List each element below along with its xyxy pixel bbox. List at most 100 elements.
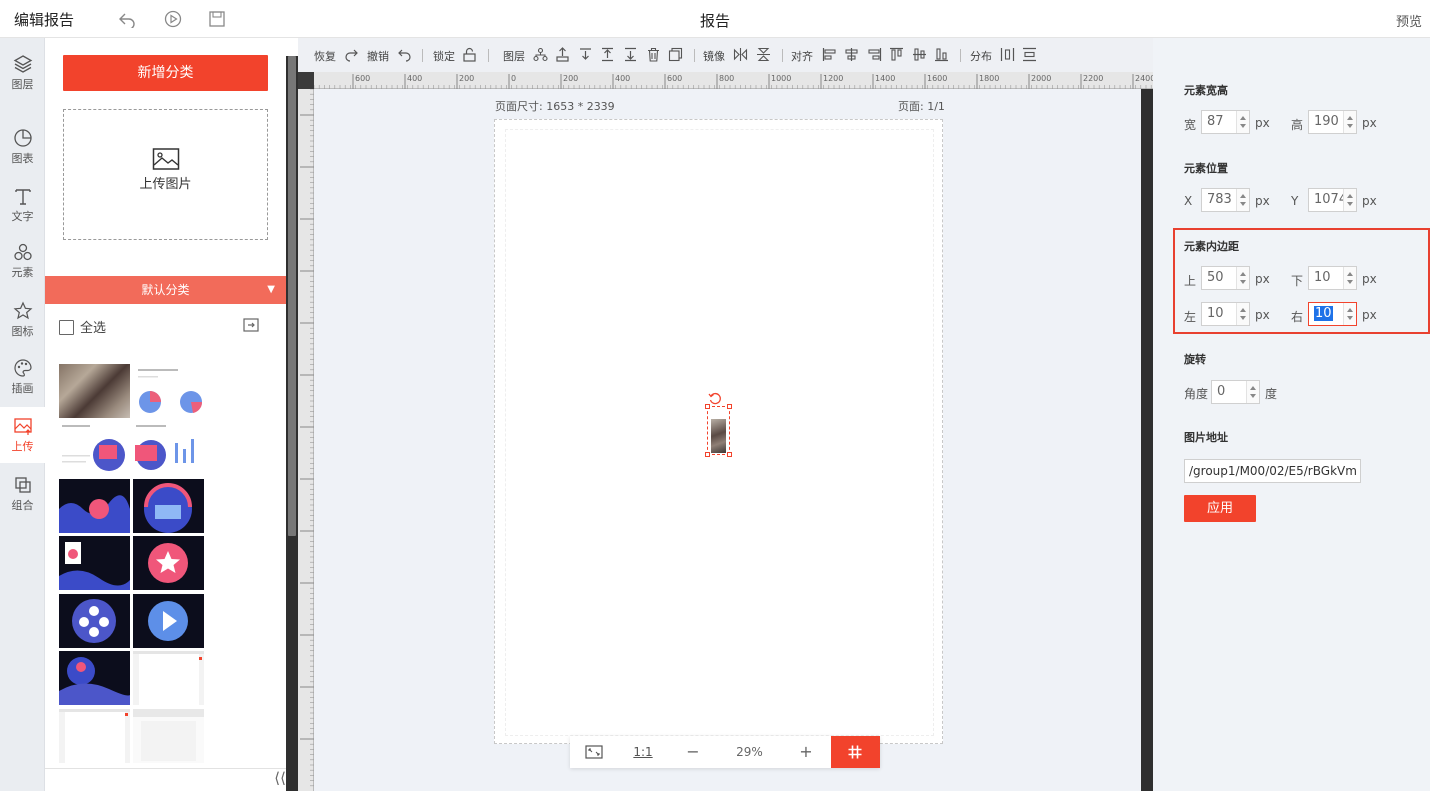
align-right-icon[interactable]: [867, 47, 882, 62]
move-to-folder-icon[interactable]: [243, 317, 259, 333]
stepper-icon[interactable]: [1236, 267, 1249, 289]
image-thumb[interactable]: [59, 479, 130, 533]
width-input[interactable]: 87: [1201, 110, 1250, 134]
bring-forward-icon[interactable]: [555, 47, 570, 62]
image-thumb[interactable]: [133, 421, 204, 475]
nav-item-chart[interactable]: 图表: [0, 119, 45, 175]
restore-button[interactable]: 恢复: [314, 48, 336, 64]
collapse-panel-button[interactable]: ⟨⟨: [45, 768, 286, 791]
stepper-icon[interactable]: [1236, 303, 1249, 325]
toolbar-divider: [422, 49, 423, 62]
y-input[interactable]: 1074.5: [1308, 188, 1357, 212]
lock-icon[interactable]: [462, 47, 477, 62]
select-all-checkbox[interactable]: 全选: [59, 317, 106, 336]
nav-item-layers[interactable]: 图层: [0, 45, 45, 101]
stepper-icon[interactable]: [1246, 381, 1259, 403]
image-thumb[interactable]: [133, 364, 204, 418]
image-thumb[interactable]: [133, 651, 204, 705]
align-center-horizontal-icon[interactable]: [844, 47, 859, 62]
add-category-button[interactable]: 新增分类: [63, 55, 268, 91]
nav-item-label: 图标: [11, 325, 34, 338]
scrollbar-thumb[interactable]: [288, 56, 296, 536]
undo-icon[interactable]: [118, 10, 136, 28]
align-top-icon[interactable]: [889, 47, 904, 62]
apply-button[interactable]: 应用: [1184, 495, 1256, 522]
unit-label: px: [1255, 116, 1270, 130]
save-icon[interactable]: [208, 10, 226, 28]
image-thumb[interactable]: [133, 479, 204, 533]
ruler-label: 1000: [771, 74, 791, 83]
image-thumb[interactable]: [59, 536, 130, 590]
rotate-handle-icon[interactable]: [708, 392, 722, 406]
stepper-icon[interactable]: [1236, 189, 1249, 211]
image-thumb[interactable]: [59, 421, 130, 475]
padding-right-input[interactable]: 10: [1308, 302, 1357, 326]
undo-button[interactable]: 撤销: [367, 48, 389, 64]
panel-scrollbar[interactable]: [286, 56, 298, 791]
zoom-out-button[interactable]: −: [668, 736, 718, 768]
image-thumb[interactable]: [59, 651, 130, 705]
padding-bottom-input[interactable]: 10: [1308, 266, 1357, 290]
distribute-vertical-icon[interactable]: [1022, 47, 1037, 62]
send-to-back-icon[interactable]: [623, 47, 638, 62]
stepper-icon[interactable]: [1343, 111, 1356, 133]
flip-vertical-icon[interactable]: [756, 47, 771, 62]
layer-structure-icon[interactable]: [533, 47, 548, 62]
stepper-icon[interactable]: [1343, 189, 1356, 211]
fit-screen-button[interactable]: [570, 736, 618, 768]
nav-item-elements[interactable]: 元素: [0, 233, 45, 289]
nav-item-label: 上传: [11, 440, 34, 453]
ruler-label: 200: [459, 74, 474, 83]
padding-left-input[interactable]: 10: [1201, 302, 1250, 326]
stepper-icon[interactable]: [1343, 303, 1356, 325]
image-thumb[interactable]: [133, 536, 204, 590]
height-input[interactable]: 190: [1308, 110, 1357, 134]
group-icon: [14, 477, 31, 493]
resize-handle[interactable]: [705, 452, 710, 457]
send-backward-icon[interactable]: [578, 47, 593, 62]
bring-to-front-icon[interactable]: [600, 47, 615, 62]
preview-button[interactable]: 预览: [1396, 11, 1422, 30]
image-thumb[interactable]: [133, 709, 204, 763]
flip-horizontal-icon[interactable]: [733, 47, 748, 62]
actual-size-button[interactable]: 1:1: [618, 736, 668, 768]
image-url-input[interactable]: /group1/M00/02/E5/rBGkVm: [1184, 459, 1361, 483]
image-thumb[interactable]: [133, 594, 204, 648]
angle-input[interactable]: 0: [1211, 380, 1260, 404]
selected-image[interactable]: [711, 419, 726, 453]
redo-icon[interactable]: [344, 47, 359, 62]
canvas-area[interactable]: 600 400 200 0 200 400 600 800 1000 1200 1400 1600 18…: [298, 72, 1155, 791]
resize-handle[interactable]: [705, 404, 710, 409]
x-input[interactable]: 783: [1201, 188, 1250, 212]
stepper-icon[interactable]: [1236, 111, 1249, 133]
distribute-horizontal-icon[interactable]: [1000, 47, 1015, 62]
zoom-in-button[interactable]: +: [781, 736, 831, 768]
unit-label: px: [1362, 116, 1377, 130]
image-thumb[interactable]: [59, 364, 130, 418]
play-icon[interactable]: [164, 10, 182, 28]
selected-image-element[interactable]: [705, 404, 732, 457]
padding-top-input[interactable]: 50: [1201, 266, 1250, 290]
resize-handle[interactable]: [727, 452, 732, 457]
align-middle-vertical-icon[interactable]: [912, 47, 927, 62]
grid-toggle-button[interactable]: [831, 736, 880, 768]
canvas-scrollbar[interactable]: [1141, 89, 1153, 791]
image-thumb[interactable]: [59, 594, 130, 648]
nav-item-upload[interactable]: 上传: [0, 407, 45, 463]
delete-icon[interactable]: [646, 47, 661, 62]
align-left-icon[interactable]: [822, 47, 837, 62]
undo-icon[interactable]: [397, 47, 412, 62]
nav-item-text[interactable]: 文字: [0, 177, 45, 233]
image-thumb[interactable]: [59, 709, 130, 763]
nav-item-illustrations[interactable]: 插画: [0, 349, 45, 405]
nav-item-icons[interactable]: 图标: [0, 292, 45, 348]
copy-icon[interactable]: [668, 47, 683, 62]
upload-image-dropzone[interactable]: 上传图片: [63, 109, 268, 240]
stepper-icon[interactable]: [1343, 267, 1356, 289]
category-dropdown[interactable]: 默认分类 ▼: [45, 276, 286, 304]
padding-section-title: 元素内边距: [1184, 240, 1239, 253]
align-bottom-icon[interactable]: [934, 47, 949, 62]
lock-button[interactable]: 锁定: [433, 48, 455, 64]
nav-item-group[interactable]: 组合: [0, 466, 45, 522]
resize-handle[interactable]: [727, 404, 732, 409]
